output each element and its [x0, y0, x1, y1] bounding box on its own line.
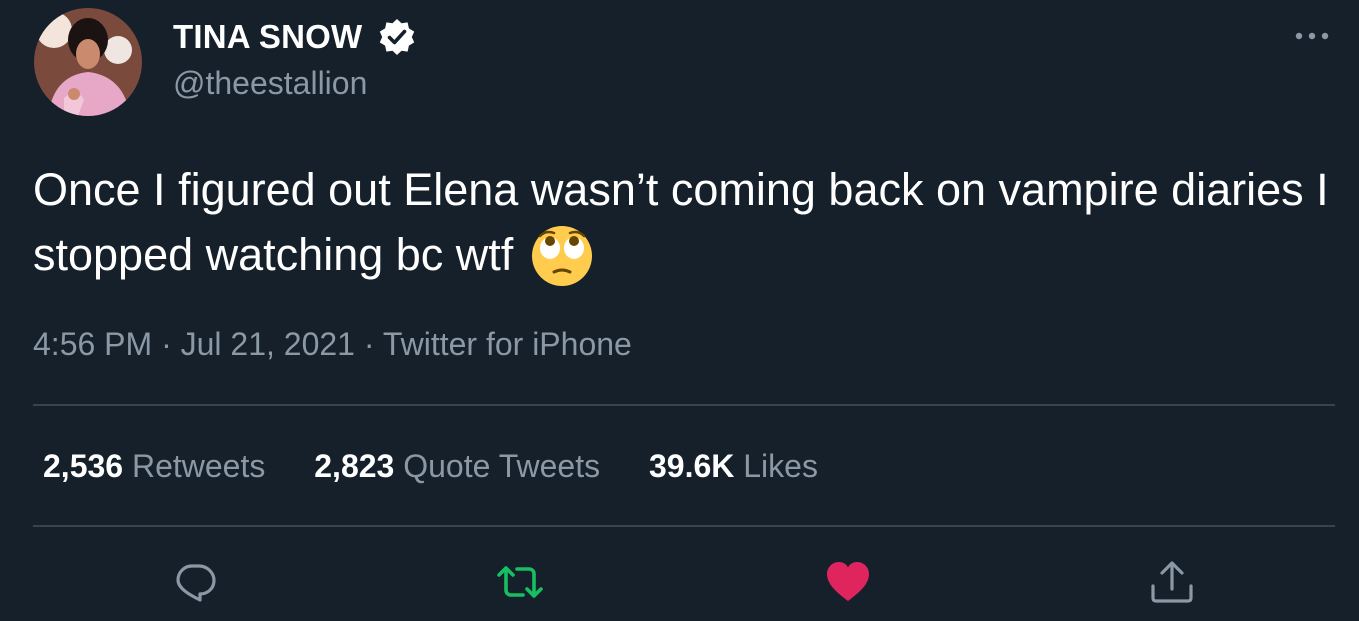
meta-separator: ·: [354, 326, 383, 362]
share-icon: [1151, 561, 1193, 603]
likes-label: Likes: [743, 448, 818, 484]
quote-tweets-label: Quote Tweets: [403, 448, 601, 484]
avatar[interactable]: [34, 8, 142, 116]
likes-count[interactable]: 39.6K Likes: [649, 446, 818, 486]
retweet-icon: [497, 566, 543, 598]
meta-separator: ·: [152, 326, 181, 362]
quote-tweets-number: 2,823: [314, 448, 395, 484]
tweet-date[interactable]: Jul 21, 2021: [181, 326, 355, 362]
tweet-text: Once I figured out Elena wasn’t coming b…: [33, 157, 1333, 288]
like-button[interactable]: [824, 558, 872, 606]
display-name[interactable]: TINA SNOW: [173, 17, 362, 57]
share-button[interactable]: [1148, 558, 1196, 606]
quote-tweets-count[interactable]: 2,823 Quote Tweets: [314, 446, 600, 486]
divider: [33, 525, 1335, 527]
face-with-rolling-eyes-icon: [530, 224, 594, 288]
retweets-count[interactable]: 2,536 Retweets: [43, 446, 265, 486]
reply-icon: [176, 564, 216, 602]
divider: [33, 404, 1335, 406]
user-handle[interactable]: @theestallion: [173, 63, 367, 103]
retweets-number: 2,536: [43, 448, 124, 484]
tweet-meta: 4:56 PM · Jul 21, 2021 · Twitter for iPh…: [33, 324, 632, 364]
profile-photo: [34, 8, 142, 116]
verified-badge-icon: [377, 17, 417, 57]
retweets-label: Retweets: [131, 448, 266, 484]
more-options-icon[interactable]: [1292, 24, 1332, 48]
tweet-body: Once I figured out Elena wasn’t coming b…: [33, 164, 1329, 280]
retweet-button[interactable]: [496, 558, 544, 606]
tweet-stats: 2,536 Retweets 2,823 Quote Tweets 39.6K …: [43, 446, 818, 486]
tweet-source[interactable]: Twitter for iPhone: [383, 326, 632, 362]
reply-button[interactable]: [172, 558, 220, 606]
tweet-time[interactable]: 4:56 PM: [33, 326, 152, 362]
heart-icon: [827, 562, 869, 601]
likes-number: 39.6K: [648, 448, 735, 484]
